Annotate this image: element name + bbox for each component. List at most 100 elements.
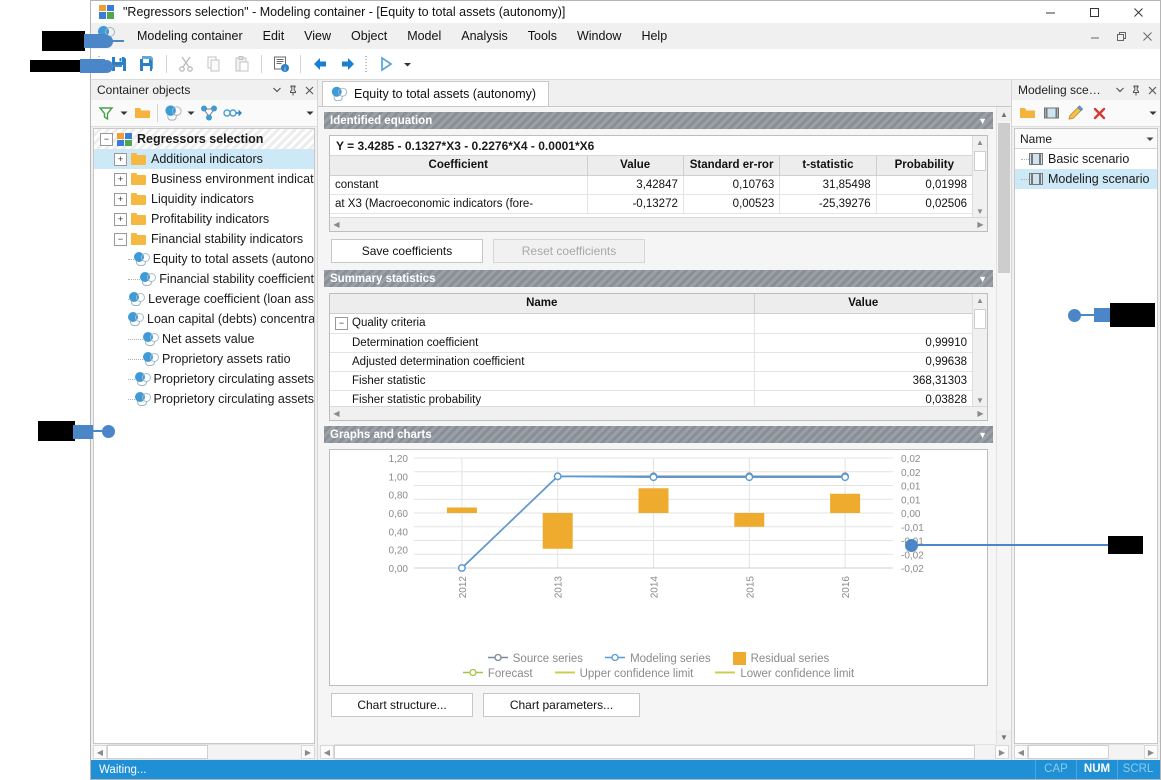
right-scroll-thumb[interactable]: [1028, 745, 1109, 759]
tree-item[interactable]: Proprietory circulating assets: [94, 369, 314, 389]
scroll-up-arrow-icon[interactable]: ▲: [973, 136, 987, 149]
col-t-statistic[interactable]: t-statistic: [780, 156, 876, 176]
window-maximize-button[interactable]: [1072, 1, 1116, 23]
menu-item-analysis[interactable]: Analysis: [451, 25, 518, 47]
pin-icon[interactable]: [285, 81, 301, 99]
close-icon[interactable]: [1144, 81, 1160, 99]
tree-item[interactable]: +Business environment indicators: [94, 169, 314, 189]
close-icon[interactable]: [301, 81, 317, 99]
list-item[interactable]: Modeling scenario: [1015, 169, 1157, 189]
summary-hscroll-track[interactable]: [343, 408, 974, 419]
paste-icon[interactable]: [228, 51, 256, 77]
run-dropdown-caret-icon[interactable]: [400, 51, 414, 77]
run-icon[interactable]: [372, 51, 400, 77]
edit-pencil-icon[interactable]: [1063, 102, 1087, 124]
menu-item-window[interactable]: Window: [567, 25, 631, 47]
chart-structure-button[interactable]: Chart structure...: [331, 693, 473, 717]
mdi-minimize-button[interactable]: [1082, 25, 1108, 47]
scenarios-overflow-icon[interactable]: [1146, 102, 1160, 124]
menu-item-help[interactable]: Help: [631, 25, 677, 47]
tree-item[interactable]: Proprietory circulating assets: [94, 389, 314, 409]
tree-item[interactable]: Financial stability coefficient: [94, 269, 314, 289]
object-icon[interactable]: [161, 102, 185, 124]
folder-icon[interactable]: [1015, 102, 1039, 124]
object-dropdown-caret-icon[interactable]: [185, 102, 197, 124]
folder-icon[interactable]: [130, 102, 154, 124]
legend-item[interactable]: Modeling series: [605, 652, 711, 665]
summary-table-vscrollbar[interactable]: ▲ ▼: [972, 294, 987, 420]
legend-item[interactable]: Forecast: [463, 668, 533, 680]
tree-item[interactable]: −Financial stability indicators: [94, 229, 314, 249]
coefficient-table-hscrollbar[interactable]: ◀ ▶: [330, 217, 987, 231]
objects-group-icon[interactable]: [197, 102, 221, 124]
tree-expander-icon[interactable]: +: [114, 153, 127, 166]
table-row[interactable]: constant3,428470,1076331,854980,01998: [330, 176, 973, 195]
table-row[interactable]: Fisher statistic368,31303: [330, 372, 973, 391]
identified-equation-section-header[interactable]: Identified equation ▼: [324, 112, 993, 129]
table-row[interactable]: Determination coefficient0,99910: [330, 334, 973, 353]
right-pane-hscrollbar[interactable]: ◀ ▶: [1012, 744, 1160, 760]
collapse-caret-icon[interactable]: ▼: [978, 274, 987, 284]
scroll-left-arrow-icon[interactable]: ◀: [1014, 745, 1028, 759]
table-row[interactable]: Adjusted determination coefficient0,9963…: [330, 353, 973, 372]
col-coefficient[interactable]: Coefficient: [330, 156, 587, 176]
document-hscrollbar[interactable]: ◀ ▶: [318, 744, 1011, 760]
scroll-right-arrow-icon[interactable]: ▶: [974, 218, 987, 231]
tree-item[interactable]: Loan capital (debts) concentra: [94, 309, 314, 329]
tree-expander-icon[interactable]: +: [114, 213, 127, 226]
scroll-right-arrow-icon[interactable]: ▶: [1144, 745, 1158, 759]
back-arrow-icon[interactable]: [306, 51, 334, 77]
scroll-right-arrow-icon[interactable]: ▶: [974, 407, 987, 420]
legend-item[interactable]: Residual series: [733, 652, 830, 665]
save-coefficients-button[interactable]: Save coefficients: [331, 239, 483, 263]
left-scroll-track[interactable]: [107, 744, 301, 760]
document-scroll-track[interactable]: [334, 744, 995, 760]
window-minimize-button[interactable]: [1028, 1, 1072, 23]
filter-dropdown-caret-icon[interactable]: [118, 102, 130, 124]
save-all-icon[interactable]: [133, 51, 161, 77]
menu-item-tools[interactable]: Tools: [518, 25, 567, 47]
forward-arrow-icon[interactable]: [334, 51, 362, 77]
menu-item-object[interactable]: Object: [341, 25, 397, 47]
tree-expander-icon[interactable]: −: [100, 133, 113, 146]
tree-item[interactable]: +Additional indicators: [94, 149, 314, 169]
scenario-icon[interactable]: [1039, 102, 1063, 124]
col-value[interactable]: Value: [754, 294, 972, 314]
cut-icon[interactable]: [172, 51, 200, 77]
column-dropdown-caret-icon[interactable]: [1143, 135, 1157, 143]
tree-item[interactable]: Leverage coefficient (loan ass: [94, 289, 314, 309]
left-scroll-thumb[interactable]: [107, 745, 208, 759]
menu-item-view[interactable]: View: [294, 25, 341, 47]
filter-icon[interactable]: [94, 102, 118, 124]
mdi-close-button[interactable]: [1134, 25, 1160, 47]
delete-x-icon[interactable]: [1087, 102, 1111, 124]
right-scroll-track[interactable]: [1028, 744, 1144, 760]
col-probability[interactable]: Probability: [876, 156, 972, 176]
copy-icon[interactable]: [200, 51, 228, 77]
menu-item-model[interactable]: Model: [397, 25, 451, 47]
col-name[interactable]: Name: [330, 294, 754, 314]
container-objects-tree[interactable]: −Regressors selection+Additional indicat…: [93, 128, 315, 744]
tree-expander-icon[interactable]: +: [114, 193, 127, 206]
list-item[interactable]: Basic scenario: [1015, 149, 1157, 169]
tree-item[interactable]: Equity to total assets (autono: [94, 249, 314, 269]
chevron-down-icon[interactable]: [1112, 81, 1128, 99]
scroll-up-arrow-icon[interactable]: ▲: [973, 294, 987, 307]
summary-table-hscrollbar[interactable]: ◀ ▶: [330, 406, 987, 420]
scenarios-list[interactable]: Basic scenarioModeling scenario: [1015, 149, 1157, 189]
document-vscrollbar[interactable]: ▲ ▼: [996, 107, 1011, 744]
coefficient-vscroll-thumb[interactable]: [974, 151, 986, 171]
menu-item-edit[interactable]: Edit: [253, 25, 295, 47]
tree-expander-icon[interactable]: +: [114, 173, 127, 186]
tree-item[interactable]: −Regressors selection: [94, 129, 314, 149]
col-standard-error[interactable]: Standard er-ror: [683, 156, 779, 176]
link-icon[interactable]: [221, 102, 245, 124]
scroll-left-arrow-icon[interactable]: ◀: [93, 745, 107, 759]
group-expander-icon[interactable]: −: [335, 317, 348, 330]
tree-item[interactable]: Net assets value: [94, 329, 314, 349]
tab-equity-to-total-assets[interactable]: Equity to total assets (autonomy): [322, 81, 549, 106]
coefficient-hscroll-track[interactable]: [343, 219, 974, 230]
pin-icon[interactable]: [1128, 81, 1144, 99]
summary-vscroll-thumb[interactable]: [974, 309, 986, 329]
legend-item[interactable]: Lower confidence limit: [715, 668, 854, 680]
